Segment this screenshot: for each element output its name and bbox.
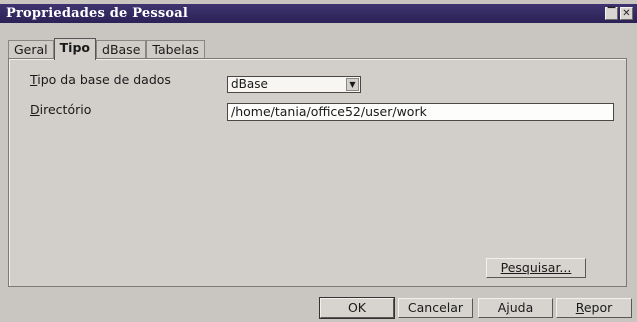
ok-button[interactable]: OK [320,298,394,318]
db-type-value: dBase [231,77,268,91]
browse-button[interactable]: Pesquisar... [486,258,586,278]
tab-tipo[interactable]: Tipo [53,38,97,60]
help-button[interactable]: Ajuda [478,298,553,318]
tab-geral[interactable]: Geral [8,40,54,59]
reset-button[interactable]: Repor [556,298,632,318]
directory-field[interactable]: /home/tania/office52/user/work [227,103,614,121]
directory-label: Directório [30,102,92,117]
cancel-button[interactable]: Cancelar [398,298,473,318]
tab-bar: Geral Tipo dBase Tabelas [8,38,205,60]
minimize-button[interactable]: ▔ [605,7,618,20]
close-button[interactable]: ✕ [620,7,633,20]
chevron-down-icon[interactable]: ▼ [346,78,359,91]
db-type-dropdown[interactable]: dBase ▼ [227,76,361,93]
tab-dbase[interactable]: dBase [96,40,147,59]
title-bar[interactable]: Propriedades de Pessoal ▔ ✕ [0,4,637,23]
window-title: Propriedades de Pessoal [6,6,189,21]
tab-tabelas[interactable]: Tabelas [146,40,205,59]
db-type-label: Tipo da base de dados [30,72,171,87]
